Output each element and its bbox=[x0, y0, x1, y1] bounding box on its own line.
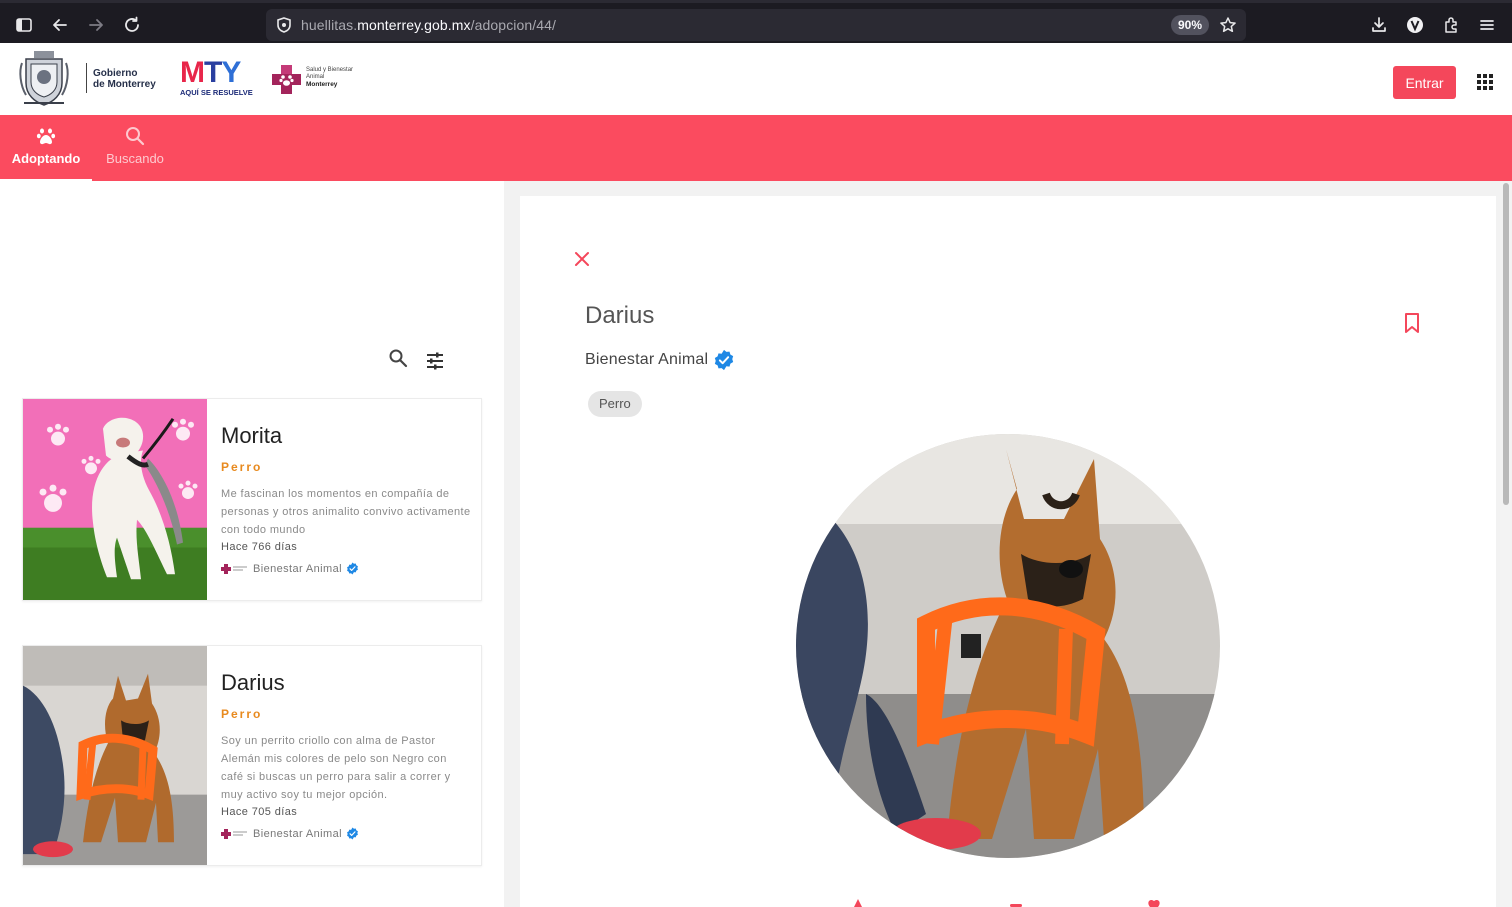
pet-name: Morita bbox=[221, 423, 283, 448]
pet-type: Perro bbox=[221, 460, 263, 474]
org-name: Bienestar Animal bbox=[253, 562, 342, 575]
org-name: Bienestar Animal bbox=[253, 827, 342, 840]
search-icon[interactable] bbox=[388, 348, 408, 368]
mty-letter-m: M bbox=[180, 56, 205, 89]
browser-toolbar: huellitas.monterrey.gob.mx/adopcion/44/ … bbox=[0, 0, 1512, 43]
tab-buscando-label: Buscando bbox=[106, 151, 164, 166]
shield-icon[interactable] bbox=[273, 14, 295, 36]
tab-adoptando-label: Adoptando bbox=[11, 151, 81, 166]
url-text[interactable]: huellitas.monterrey.gob.mx/adopcion/44/ bbox=[301, 17, 556, 33]
reload-icon[interactable] bbox=[121, 14, 143, 36]
url-path: /adopcion/44/ bbox=[470, 17, 557, 33]
salud-cross-paw-icon bbox=[272, 65, 301, 94]
apps-grid-icon[interactable] bbox=[1477, 74, 1493, 90]
pet-list-pane: Morita Perro Me fascinan los momentos en… bbox=[0, 181, 504, 907]
gov-line2: de Monterrey bbox=[93, 79, 156, 90]
pet-age: Hace 705 días bbox=[221, 806, 298, 818]
mty-letter-y: Y bbox=[221, 56, 241, 89]
close-icon[interactable] bbox=[573, 250, 591, 268]
forward-icon[interactable] bbox=[85, 14, 107, 36]
detail-org-name: Bienestar Animal bbox=[585, 351, 709, 368]
mty-tagline: AQUÍ SE RESUELVE bbox=[180, 88, 253, 97]
search-icon bbox=[126, 127, 145, 146]
zoom-badge[interactable]: 90% bbox=[1171, 15, 1210, 35]
salud-mini-logo-icon bbox=[221, 828, 247, 839]
bookmark-icon[interactable] bbox=[1403, 312, 1421, 334]
tab-adoptando[interactable]: Adoptando bbox=[0, 115, 92, 181]
header-divider bbox=[86, 63, 87, 93]
paw-icon bbox=[36, 128, 56, 145]
pet-card-darius[interactable]: Darius Perro Soy un perrito criollo con … bbox=[22, 645, 482, 866]
site-header: Gobierno de Monterrey MTY AQUÍ SE RESUEL… bbox=[0, 43, 1512, 115]
city-crest-logo[interactable] bbox=[18, 49, 70, 109]
detail-org: Bienestar Animal bbox=[585, 349, 735, 371]
salud-mini-logo-icon bbox=[221, 563, 247, 574]
verified-badge-icon bbox=[347, 562, 358, 575]
salud-line2: Animal bbox=[306, 74, 325, 80]
login-button[interactable]: Entrar bbox=[1393, 66, 1456, 99]
mty-letter-t: T bbox=[204, 56, 222, 89]
section-tabbar: Adoptando Buscando bbox=[0, 115, 1512, 181]
pet-detail-pane: Darius Bienestar Animal Perro bbox=[520, 196, 1496, 907]
pet-age: Hace 766 días bbox=[221, 541, 298, 553]
salud-line1: Salud y Bienestar bbox=[306, 67, 354, 73]
pet-description: Me fascinan los momentos en compañía de … bbox=[221, 488, 471, 536]
filter-sliders-icon[interactable] bbox=[425, 351, 445, 371]
back-icon[interactable] bbox=[49, 14, 71, 36]
detail-pet-photo bbox=[796, 434, 1220, 858]
morita-photo bbox=[23, 399, 207, 600]
pet-name: Darius bbox=[221, 670, 285, 695]
pet-type: Perro bbox=[221, 707, 263, 721]
detail-actions-partial bbox=[854, 899, 1160, 907]
url-domain: monterrey.gob.mx bbox=[357, 17, 471, 33]
darius-photo bbox=[23, 646, 207, 865]
tab-buscando[interactable]: Buscando bbox=[92, 115, 178, 181]
verified-badge-icon bbox=[347, 827, 358, 840]
url-prefix: huellitas. bbox=[301, 17, 358, 33]
verified-badge-icon bbox=[715, 349, 734, 371]
pet-org: Bienestar Animal bbox=[221, 827, 471, 840]
star-icon[interactable] bbox=[1217, 14, 1239, 36]
download-icon[interactable] bbox=[1368, 14, 1390, 36]
account-avatar-icon[interactable] bbox=[1404, 14, 1426, 36]
address-bar[interactable]: huellitas.monterrey.gob.mx/adopcion/44/ … bbox=[266, 9, 1246, 41]
menu-icon[interactable] bbox=[1476, 14, 1498, 36]
gobierno-monterrey-logo[interactable]: Gobierno de Monterrey bbox=[93, 68, 156, 90]
salud-line3: Monterrey bbox=[306, 81, 338, 88]
salud-bienestar-logo[interactable]: Salud y Bienestar Animal Monterrey bbox=[272, 63, 372, 97]
species-chip: Perro bbox=[588, 391, 642, 417]
sidebar-toggle-icon[interactable] bbox=[13, 14, 35, 36]
mty-logo[interactable]: MTY AQUÍ SE RESUELVE bbox=[180, 56, 253, 98]
detail-pet-name: Darius bbox=[585, 302, 655, 329]
pet-org: Bienestar Animal bbox=[221, 562, 471, 575]
extensions-icon[interactable] bbox=[1440, 14, 1462, 36]
gov-line1: Gobierno bbox=[93, 68, 138, 79]
pet-description: Soy un perrito criollo con alma de Pasto… bbox=[221, 735, 451, 801]
page-scrollbar[interactable] bbox=[1500, 181, 1512, 907]
pet-card-morita[interactable]: Morita Perro Me fascinan los momentos en… bbox=[22, 398, 482, 601]
scrollbar-thumb[interactable] bbox=[1503, 183, 1509, 505]
